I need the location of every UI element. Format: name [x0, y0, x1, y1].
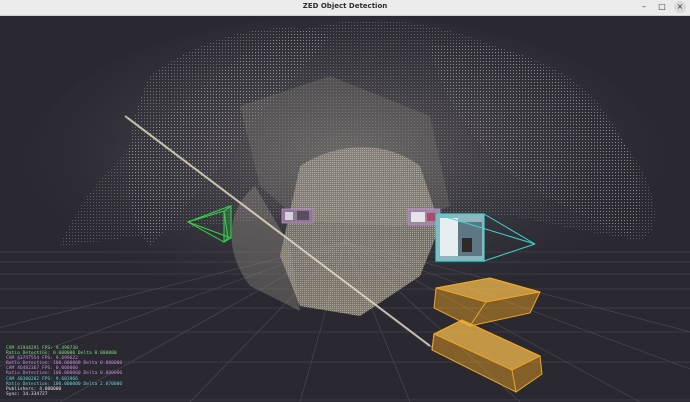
stats-overlay: CAM 41944291 FPS: 9.498738 Ratio Detectio… [6, 346, 122, 397]
point-cloud [25, 16, 665, 349]
minimize-button[interactable]: – [638, 1, 650, 13]
3d-viewport[interactable]: CAM 41944291 FPS: 9.498738 Ratio Detectio… [0, 16, 690, 402]
stats-line: Ratio Detection: 100.000000 Delta 0.0000… [6, 371, 123, 377]
stats-line: Sync: 14.334727 [6, 391, 48, 397]
window-title: ZED Object Detection [302, 2, 388, 10]
scene-canvas [0, 16, 690, 402]
window-controls: – □ × [638, 1, 686, 13]
object-bounding-box-2 [431, 319, 543, 393]
close-button[interactable]: × [674, 1, 686, 13]
app-window: ZED Object Detection – □ × CAM 41944291 … [0, 0, 690, 402]
maximize-button[interactable]: □ [656, 1, 668, 13]
title-bar[interactable]: ZED Object Detection – □ × [0, 0, 690, 16]
stats-line: Ratio Detection: 100.000000 Delta 2.0700… [6, 381, 123, 387]
